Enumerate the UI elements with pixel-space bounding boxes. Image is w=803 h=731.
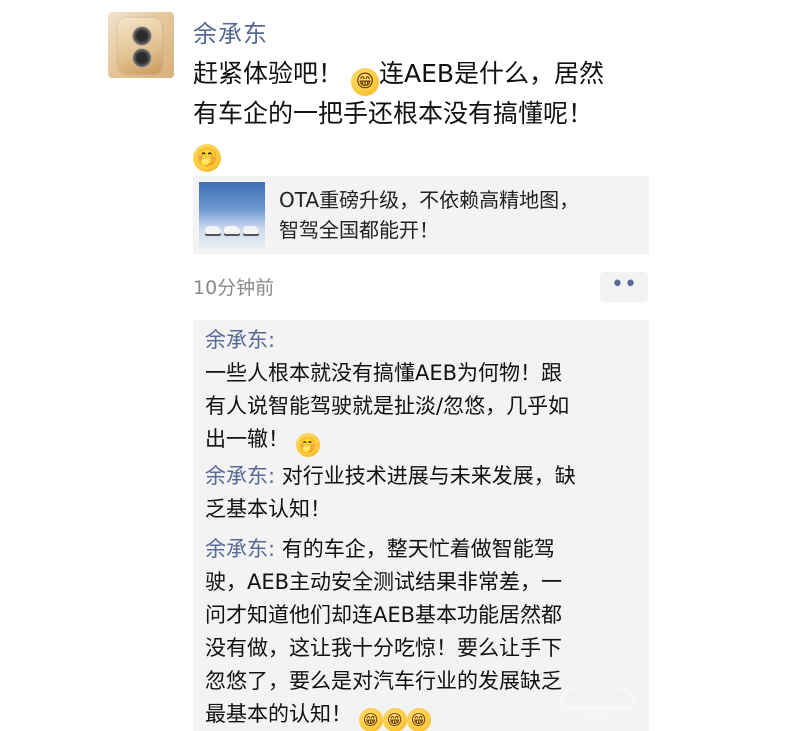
facepalm-emoji-icon: 🤭 [295, 433, 320, 457]
grin-emoji-icon: 😁 [350, 68, 379, 96]
post-line: 赶紧体验吧！ [193, 59, 344, 88]
link-title: OTA重磅升级，不依赖高精地图， 智驾全国都能开！ [279, 185, 579, 245]
car-outline-icon [561, 687, 635, 709]
grin-emoji-icon: 😁 [382, 708, 407, 731]
avatar[interactable] [108, 12, 174, 78]
grin-emoji-icon: 😁 [358, 708, 383, 731]
comment-author[interactable]: 余承东: [205, 537, 275, 561]
link-title-line: OTA重磅升级，不依赖高精地图， [279, 188, 580, 212]
comment-line: 有人说智能驾驶就是扯淡/忽悠，几乎如 [205, 394, 570, 418]
moments-post: 余承东 赶紧体验吧！ 😁 连AEB是什么，居然 有车企的一把手还根本没有搞懂呢！ … [0, 0, 803, 731]
grin-emoji-icon: 😁 [406, 708, 431, 731]
post-timestamp: 10分钟前 [193, 277, 275, 299]
comment-author[interactable]: 余承东: [205, 464, 275, 488]
facepalm-emoji-icon: 🤭 [193, 144, 221, 172]
camera-lens-icon [132, 26, 152, 46]
comment-line: 出一辙！ [205, 427, 289, 451]
link-title-line: 智驾全国都能开！ [279, 218, 439, 242]
car-image [224, 226, 240, 234]
car-image [205, 226, 221, 234]
comment-line: 没有做，这让我十分吃惊！要么让手下 [205, 636, 562, 660]
comment-author[interactable]: 余承东: [205, 328, 275, 352]
post-line: 有车企的一把手还根本没有搞懂呢！ [193, 99, 594, 128]
author-name[interactable]: 余承东 [193, 14, 268, 49]
watermark-logo: 车智汇 [551, 685, 643, 723]
comment-line: 对行业技术进展与未来发展，缺 [275, 464, 576, 488]
comment-line: 乏基本认知！ [205, 497, 331, 521]
more-actions-button[interactable]: •• [600, 272, 648, 302]
comment-line: 最基本的认知！ [205, 702, 352, 726]
car-image [243, 226, 259, 234]
watermark-text: 车智汇 [585, 712, 609, 721]
comment-item[interactable]: 余承东: 对行业技术进展与未来发展，缺 乏基本认知！ [205, 460, 641, 526]
comments-box: 余承东: 一些人根本就没有搞懂AEB为何物！跟 有人说智能驾驶就是扯淡/忽悠，几… [193, 320, 649, 731]
camera-lens-icon [132, 48, 152, 68]
comment-line: 驶，AEB主动安全测试结果非常差，一 [205, 570, 563, 594]
comment-item[interactable]: 余承东: 一些人根本就没有搞懂AEB为何物！跟 有人说智能驾驶就是扯淡/忽悠，几… [205, 324, 641, 457]
comment-line: 问才知道他们却连AEB基本功能居然都 [205, 603, 563, 627]
post-line: 连AEB是什么，居然 [378, 59, 605, 88]
link-thumbnail [199, 182, 265, 248]
shared-link-card[interactable]: OTA重磅升级，不依赖高精地图， 智驾全国都能开！ [193, 176, 649, 254]
comment-line: 一些人根本就没有搞懂AEB为何物！跟 [205, 361, 563, 385]
comment-line: 忽悠了，要么是对汽车行业的发展缺乏 [205, 669, 562, 693]
comment-line: 有的车企，整天忙着做智能驾 [275, 537, 555, 561]
post-text: 赶紧体验吧！ 😁 连AEB是什么，居然 有车企的一把手还根本没有搞懂呢！ 🤭 [193, 56, 663, 172]
